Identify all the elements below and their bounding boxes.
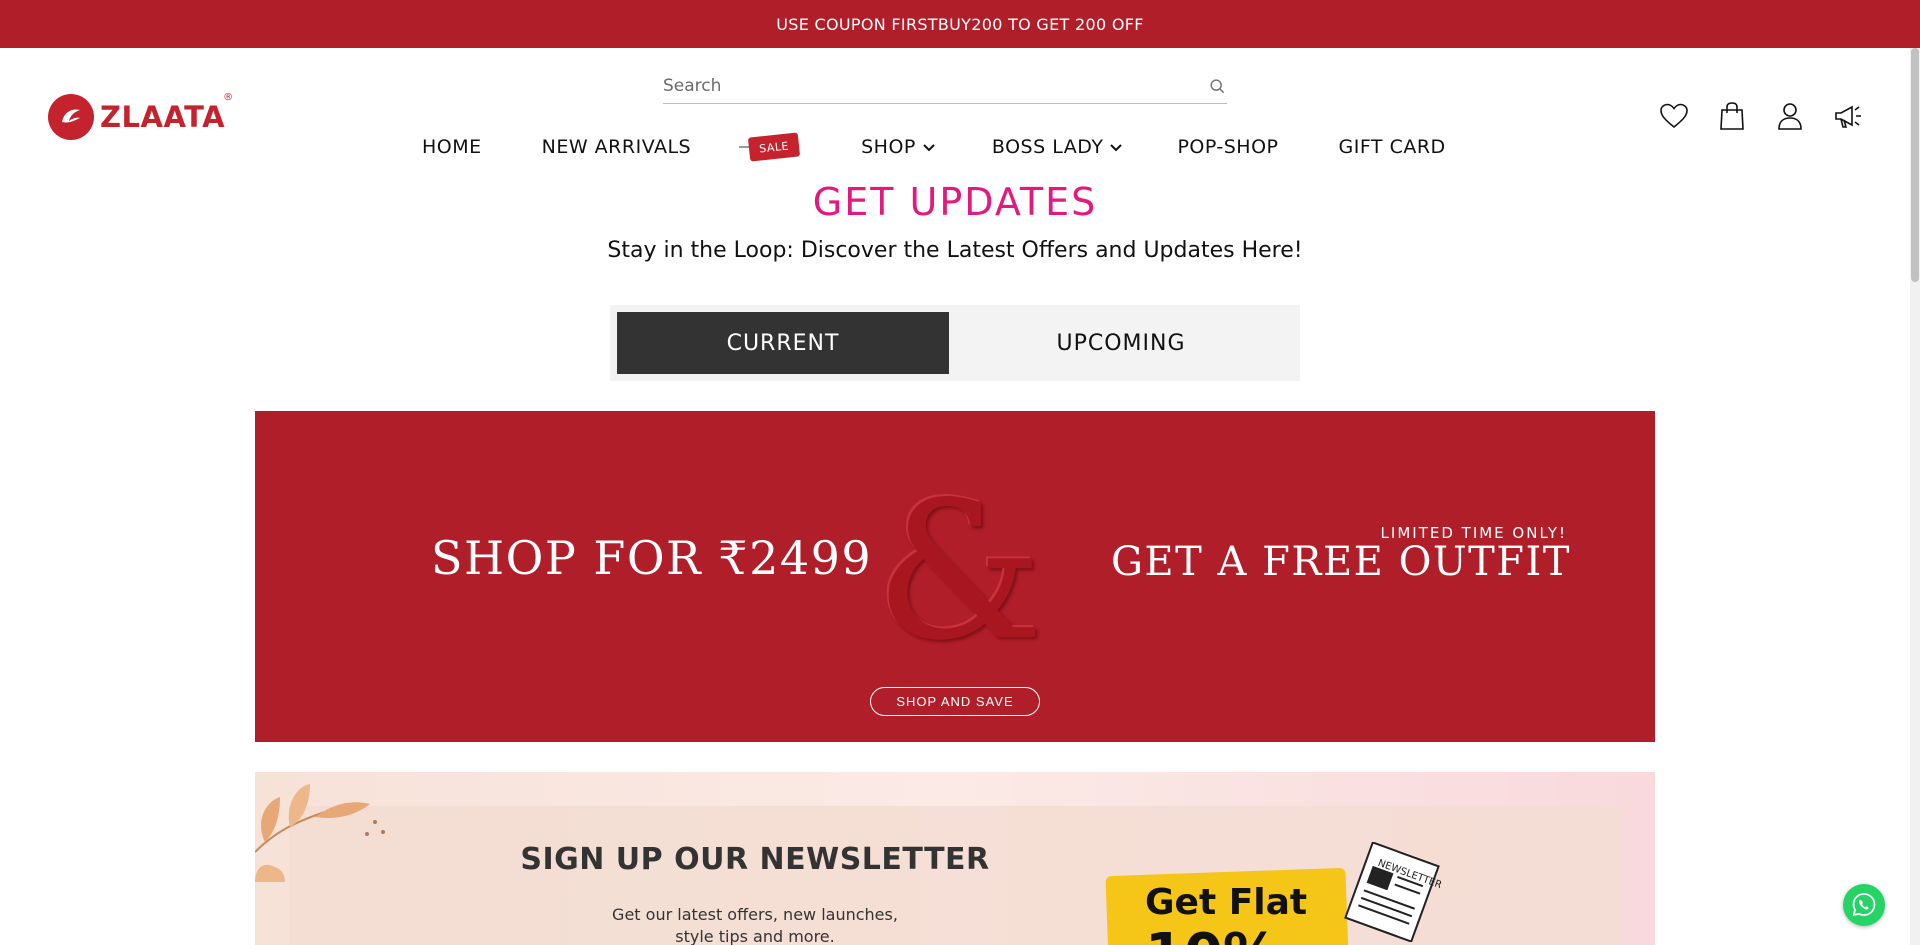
sale-tag-icon: SALE xyxy=(739,132,801,162)
search-bar xyxy=(663,68,1227,104)
brand-name: ZLAATA xyxy=(100,100,226,134)
page-subtitle: Stay in the Loop: Discover the Latest Of… xyxy=(607,238,1303,263)
discount-badge-percent: 10% xyxy=(1145,922,1279,945)
chevron-down-icon xyxy=(1110,144,1123,152)
announcement-bar: USE COUPON FIRSTBUY200 TO GET 200 OFF xyxy=(0,0,1920,48)
registered-mark: ® xyxy=(223,92,234,103)
user-icon[interactable] xyxy=(1774,100,1806,132)
nav-boss-lady[interactable]: BOSS LADY xyxy=(992,136,1124,158)
nav-gift-card[interactable]: GIFT CARD xyxy=(1339,136,1446,158)
whatsapp-chat-button[interactable] xyxy=(1843,884,1885,926)
nav-pop-shop[interactable]: POP-SHOP xyxy=(1177,136,1278,158)
shopping-bag-icon[interactable] xyxy=(1716,100,1748,132)
tab-upcoming[interactable]: UPCOMING xyxy=(949,312,1293,374)
discount-badge-text: Get Flat xyxy=(1145,882,1308,923)
promo-left-text: SHOP FOR ₹2499 xyxy=(431,531,873,585)
scrollbar-thumb[interactable] xyxy=(1911,48,1919,282)
promo-banner[interactable]: SHOP FOR ₹2499 & LIMITED TIME ONLY! GET … xyxy=(255,411,1655,742)
offer-tabs: CURRENT UPCOMING xyxy=(610,305,1300,381)
newsletter-banner[interactable]: SIGN UP OUR NEWSLETTER Get our latest of… xyxy=(255,772,1655,945)
nav-sale[interactable]: SALE xyxy=(739,132,801,162)
promo-right-text: GET A FREE OUTFIT xyxy=(1110,539,1571,585)
brand-logo[interactable]: ZLAATA ® xyxy=(48,92,233,140)
search-input[interactable] xyxy=(663,75,1163,96)
shop-and-save-button[interactable]: SHOP AND SAVE xyxy=(870,687,1040,716)
search-icon[interactable] xyxy=(1207,76,1227,96)
promo-ampersand: & xyxy=(875,461,1045,682)
main-nav: HOME NEW ARRIVALS SALE SHOP BOSS LADY PO… xyxy=(422,132,1446,162)
announcement-text: USE COUPON FIRSTBUY200 TO GET 200 OFF xyxy=(776,14,1144,34)
tab-current[interactable]: CURRENT xyxy=(617,312,949,374)
logo-mark-icon xyxy=(48,94,94,140)
nav-shop[interactable]: SHOP xyxy=(861,136,936,158)
header-icons xyxy=(1658,100,1864,132)
heart-icon[interactable] xyxy=(1658,100,1690,132)
newsletter-subtitle: Get our latest offers, new launches, sty… xyxy=(612,905,898,945)
newsletter-title: SIGN UP OUR NEWSLETTER xyxy=(520,842,990,877)
nav-home[interactable]: HOME xyxy=(422,136,482,158)
page-title: GET UPDATES xyxy=(812,180,1098,224)
chevron-down-icon xyxy=(923,144,935,152)
megaphone-icon[interactable] xyxy=(1832,100,1864,132)
nav-new-arrivals[interactable]: NEW ARRIVALS xyxy=(542,136,691,158)
whatsapp-icon xyxy=(1852,893,1876,917)
newspaper-icon: NEWSLETTER xyxy=(1344,842,1443,942)
site-header: ZLAATA ® HOME NEW ARRIVALS SALE SHOP BOS… xyxy=(0,48,1910,178)
